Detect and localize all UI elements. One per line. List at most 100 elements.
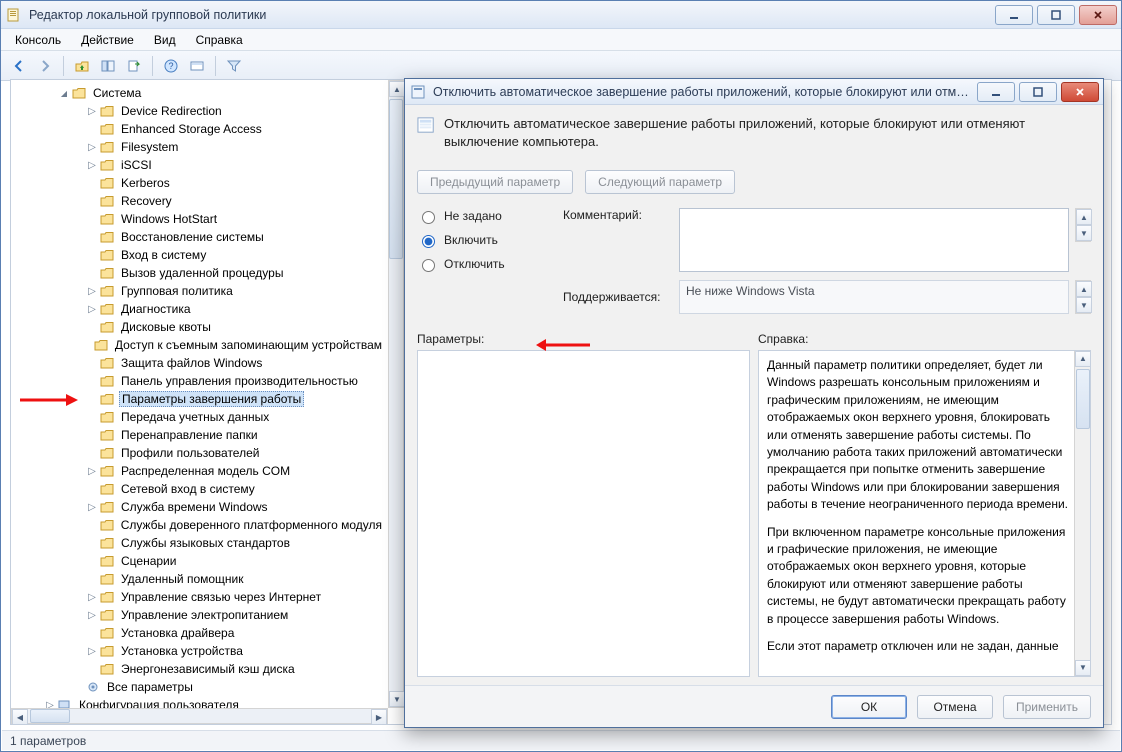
dialog-minimize-button[interactable]: [977, 82, 1015, 102]
dialog-button-row: ОК Отмена Применить: [405, 685, 1103, 727]
minimize-button[interactable]: [995, 5, 1033, 25]
scroll-up-button[interactable]: ▲: [1076, 209, 1092, 225]
supported-scrollbar[interactable]: ▲ ▼: [1075, 280, 1091, 314]
tree-item-all-settings[interactable]: Все параметры: [13, 678, 388, 696]
comment-textarea[interactable]: [679, 208, 1069, 272]
scroll-track[interactable]: [389, 97, 403, 691]
comment-scrollbar[interactable]: ▲ ▼: [1075, 208, 1091, 242]
scroll-thumb[interactable]: [1076, 369, 1090, 429]
tree-horizontal-scrollbar[interactable]: ◀ ▶: [11, 708, 388, 724]
expand-toggle-icon[interactable]: [85, 286, 99, 297]
export-list-button[interactable]: [122, 54, 146, 78]
radio-disabled[interactable]: [422, 259, 435, 272]
nav-forward-button[interactable]: [33, 54, 57, 78]
expand-toggle-icon[interactable]: [85, 646, 99, 657]
menu-view[interactable]: Вид: [146, 31, 184, 49]
expand-toggle-icon[interactable]: [85, 142, 99, 153]
tree-item[interactable]: Device Redirection: [13, 102, 388, 120]
previous-setting-button[interactable]: Предыдущий параметр: [417, 170, 573, 194]
tree-item[interactable]: Windows HotStart: [13, 210, 388, 228]
apply-button[interactable]: Применить: [1003, 695, 1091, 719]
expand-toggle-icon[interactable]: [85, 304, 99, 315]
policy-tree[interactable]: СистемаDevice RedirectionEnhanced Storag…: [11, 80, 388, 708]
scroll-up-button[interactable]: ▲: [1076, 281, 1092, 297]
tree-item[interactable]: Групповая политика: [13, 282, 388, 300]
expand-toggle-icon[interactable]: [85, 466, 99, 477]
tree-item[interactable]: Перенаправление папки: [13, 426, 388, 444]
tree-item[interactable]: Управление электропитанием: [13, 606, 388, 624]
help-button[interactable]: ?: [159, 54, 183, 78]
cancel-button[interactable]: Отмена: [917, 695, 993, 719]
tree-item[interactable]: Служба времени Windows: [13, 498, 388, 516]
menu-action[interactable]: Действие: [73, 31, 142, 49]
scroll-down-button[interactable]: ▼: [389, 691, 405, 707]
nav-back-button[interactable]: [7, 54, 31, 78]
tree-item[interactable]: Установка драйвера: [13, 624, 388, 642]
tree-item[interactable]: Сценарии: [13, 552, 388, 570]
scroll-left-button[interactable]: ◀: [12, 709, 28, 725]
tree-item[interactable]: Панель управления производительностью: [13, 372, 388, 390]
tree-item[interactable]: Управление связью через Интернет: [13, 588, 388, 606]
scroll-down-button[interactable]: ▼: [1075, 660, 1091, 676]
close-button[interactable]: [1079, 5, 1117, 25]
tree-item-system[interactable]: Система: [13, 84, 388, 102]
tree-item[interactable]: Службы доверенного платформенного модуля: [13, 516, 388, 534]
tree-item[interactable]: Вызов удаленной процедуры: [13, 264, 388, 282]
expand-toggle-icon[interactable]: [85, 610, 99, 621]
filter-button[interactable]: [222, 54, 246, 78]
tree-item[interactable]: iSCSI: [13, 156, 388, 174]
folder-icon: [99, 662, 115, 676]
dialog-close-button[interactable]: [1061, 82, 1099, 102]
expand-toggle-icon[interactable]: [57, 88, 71, 99]
help-scrollbar[interactable]: ▲ ▼: [1074, 351, 1090, 676]
tree-item-label: Перенаправление папки: [119, 428, 260, 442]
expand-toggle-icon[interactable]: [85, 502, 99, 513]
tree-item[interactable]: Filesystem: [13, 138, 388, 156]
tree-item[interactable]: Диагностика: [13, 300, 388, 318]
tree-item[interactable]: Удаленный помощник: [13, 570, 388, 588]
tree-item-user-config[interactable]: Конфигурация пользователя: [13, 696, 388, 708]
scroll-right-button[interactable]: ▶: [371, 709, 387, 725]
maximize-button[interactable]: [1037, 5, 1075, 25]
scroll-down-button[interactable]: ▼: [1076, 225, 1092, 241]
tree-vertical-scrollbar[interactable]: ▲ ▼: [388, 80, 404, 708]
radio-not-configured[interactable]: [422, 211, 435, 224]
tree-item[interactable]: Передача учетных данных: [13, 408, 388, 426]
tree-item[interactable]: Параметры завершения работы: [13, 390, 388, 408]
scroll-track[interactable]: [1075, 367, 1090, 660]
scroll-down-button[interactable]: ▼: [1076, 297, 1092, 313]
tree-item[interactable]: Сетевой вход в систему: [13, 480, 388, 498]
expand-toggle-icon[interactable]: [85, 160, 99, 171]
folder-icon: [99, 302, 115, 316]
expand-toggle-icon[interactable]: [85, 592, 99, 603]
menu-help[interactable]: Справка: [188, 31, 251, 49]
tree-item[interactable]: Восстановление системы: [13, 228, 388, 246]
scroll-thumb[interactable]: [389, 99, 403, 259]
ok-button[interactable]: ОК: [831, 695, 907, 719]
next-setting-button[interactable]: Следующий параметр: [585, 170, 735, 194]
expand-toggle-icon[interactable]: [43, 700, 57, 709]
tree-item[interactable]: Доступ к съемным запоминающим устройства…: [13, 336, 388, 354]
tree-item[interactable]: Kerberos: [13, 174, 388, 192]
tree-item[interactable]: Энергонезависимый кэш диска: [13, 660, 388, 678]
up-folder-button[interactable]: [70, 54, 94, 78]
tree-item[interactable]: Установка устройства: [13, 642, 388, 660]
tree-item[interactable]: Вход в систему: [13, 246, 388, 264]
tree-item[interactable]: Профили пользователей: [13, 444, 388, 462]
scroll-track[interactable]: [28, 709, 371, 723]
dialog-maximize-button[interactable]: [1019, 82, 1057, 102]
expand-toggle-icon[interactable]: [85, 106, 99, 117]
radio-enabled[interactable]: [422, 235, 435, 248]
scroll-thumb[interactable]: [30, 709, 70, 723]
tree-item[interactable]: Службы языковых стандартов: [13, 534, 388, 552]
tree-item[interactable]: Распределенная модель COM: [13, 462, 388, 480]
tree-item[interactable]: Дисковые квоты: [13, 318, 388, 336]
show-hide-tree-button[interactable]: [96, 54, 120, 78]
tree-item[interactable]: Recovery: [13, 192, 388, 210]
scroll-up-button[interactable]: ▲: [1075, 351, 1091, 367]
tree-item[interactable]: Enhanced Storage Access: [13, 120, 388, 138]
scroll-up-button[interactable]: ▲: [389, 81, 405, 97]
tree-item[interactable]: Защита файлов Windows: [13, 354, 388, 372]
options-button[interactable]: [185, 54, 209, 78]
menu-console[interactable]: Консоль: [7, 31, 69, 49]
